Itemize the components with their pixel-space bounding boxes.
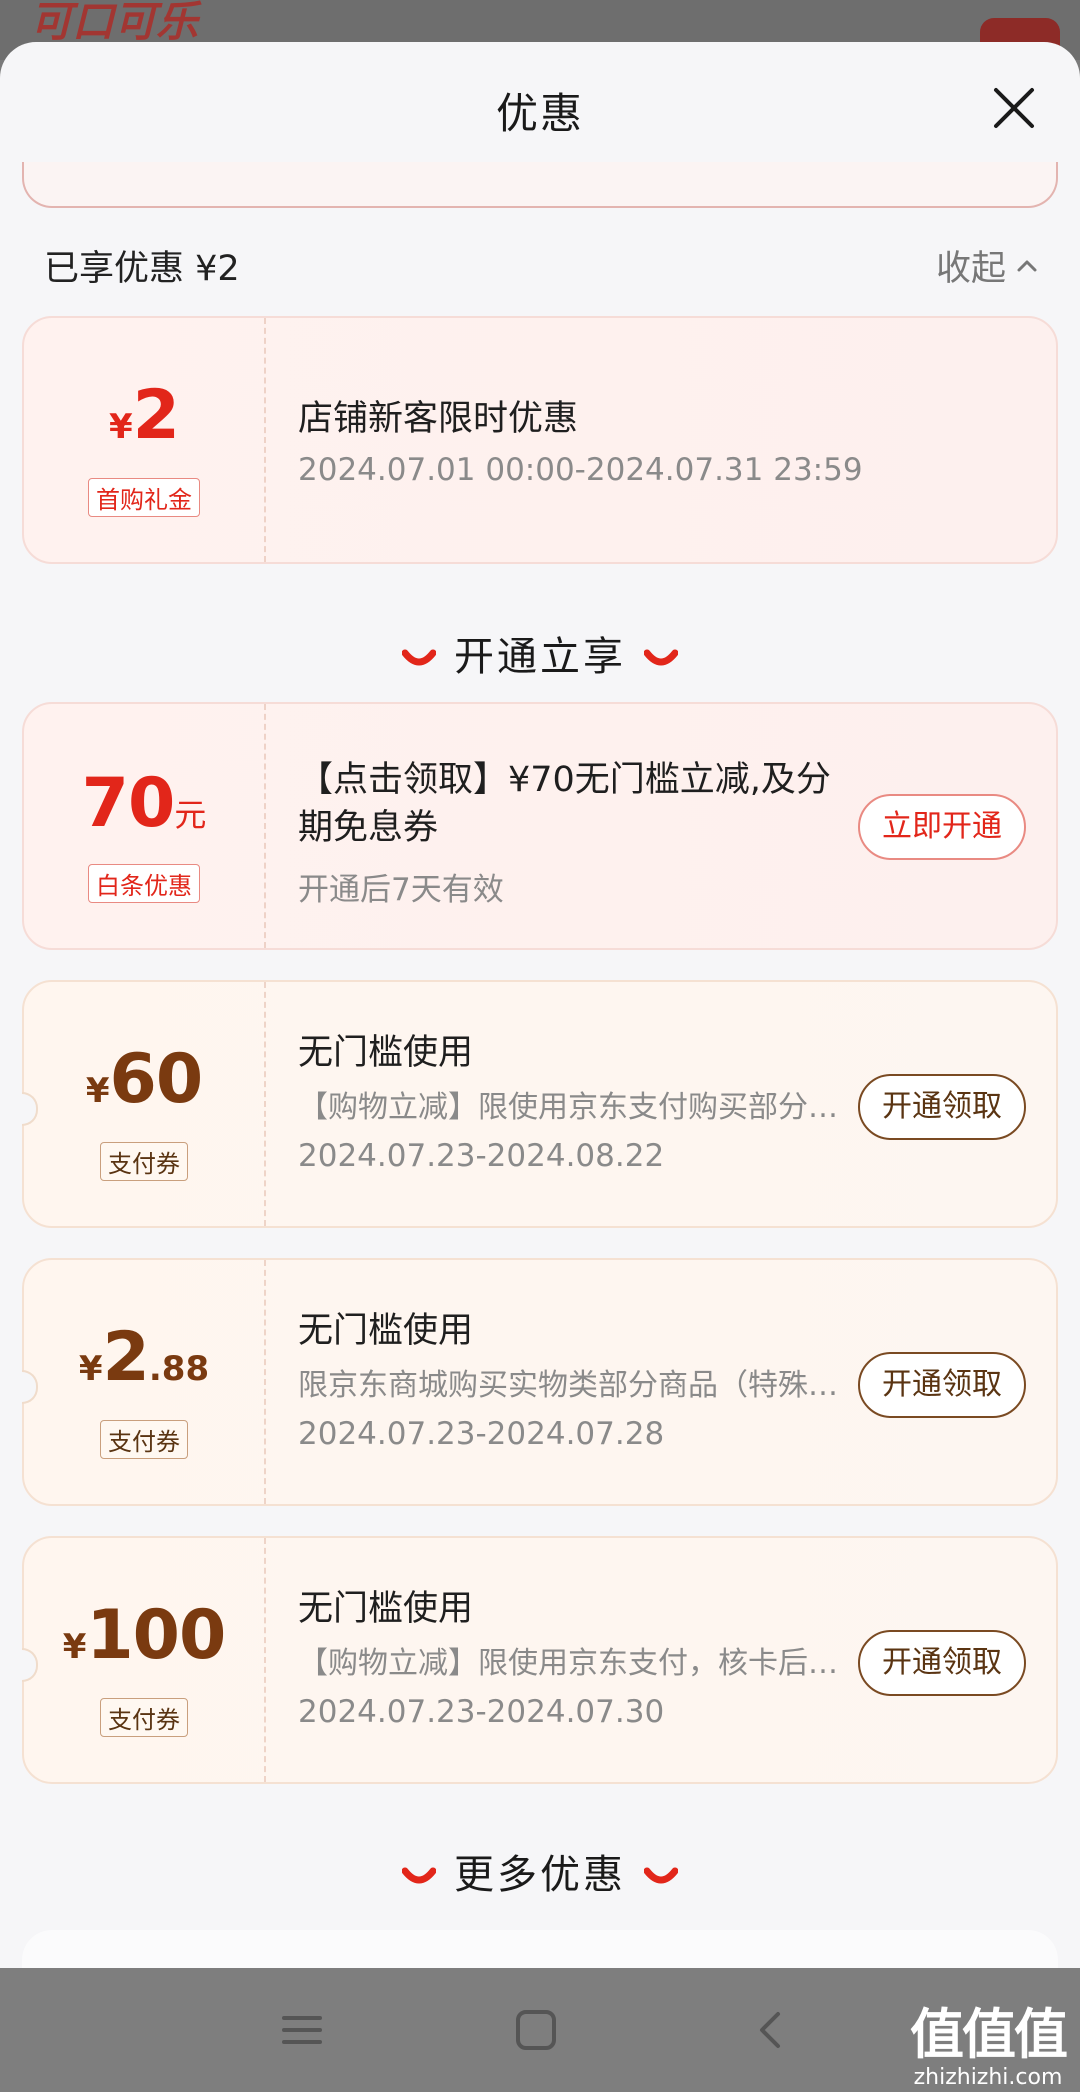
discount-sheet: 优惠 已享优惠 ¥2 收起 ¥2 首购礼金 店铺新客限时优惠 2024.07.0… <box>0 42 1080 1968</box>
sheet-title: 优惠 <box>495 89 584 138</box>
coupon-title: 【点击领取】¥70无门槛立减,及分期免息券 <box>298 760 831 848</box>
enjoyed-summary: 已享优惠 ¥2 收起 <box>44 240 1040 290</box>
coupon-title: 无门槛使用 <box>298 1311 474 1351</box>
home-icon[interactable] <box>514 2008 558 2052</box>
enjoyed-label: 已享优惠 ¥2 <box>44 249 240 289</box>
pay-coupon-card: ¥2.88 支付券 无门槛使用 限京东商城购买实物类部分商品（特殊商品除外） 2… <box>22 1258 1058 1506</box>
coupon-amount: ¥2.88 <box>78 1318 210 1397</box>
open-now-button[interactable]: 立即开通 <box>858 794 1026 860</box>
collapse-button[interactable]: 收起 <box>936 240 1040 291</box>
coupon-description: 【购物立减】限使用京东支付购买部分商品 <box>298 1090 848 1125</box>
pay-coupon-card: ¥60 支付券 无门槛使用 【购物立减】限使用京东支付购买部分商品 2024.0… <box>22 980 1058 1228</box>
coupon-date: 2024.07.01 00:00-2024.07.31 23:59 <box>298 452 863 488</box>
pay-coupon-card: ¥100 支付券 无门槛使用 【购物立减】限使用京东支付，核卡后可用 2024.… <box>22 1536 1058 1784</box>
next-card-edge <box>22 1930 1058 1968</box>
coupon-description: 【购物立减】限使用京东支付，核卡后可用 <box>298 1646 848 1681</box>
watermark-logo: 值值值 <box>910 2003 1068 2066</box>
section-header-more: 更多优惠 <box>0 1842 1080 1900</box>
coupon-tag: 白条优惠 <box>24 864 264 903</box>
watermark-url: zhizhizhi.com <box>913 2065 1063 2090</box>
claim-button[interactable]: 开通领取 <box>858 1074 1026 1140</box>
watermark: 值值值 zhizhizhi.com <box>910 1990 1068 2090</box>
baitiao-coupon-card: 70元 白条优惠 【点击领取】¥70无门槛立减,及分期免息券 开通后7天有效 立… <box>22 702 1058 950</box>
coupon-amount: ¥2 <box>109 376 180 455</box>
coupon-date: 2024.07.23-2024.07.30 <box>298 1694 665 1730</box>
smile-icon <box>402 1867 436 1884</box>
smile-icon <box>644 1867 678 1884</box>
smile-icon <box>402 649 436 666</box>
coupon-tag: 支付券 <box>24 1698 264 1737</box>
coupon-date: 2024.07.23-2024.07.28 <box>298 1416 665 1452</box>
claim-button[interactable]: 开通领取 <box>858 1352 1026 1418</box>
coupon-tag: 支付券 <box>24 1142 264 1181</box>
coupon-tag: 支付券 <box>24 1420 264 1459</box>
previous-card-edge <box>22 162 1058 208</box>
smile-icon <box>644 649 678 666</box>
coupon-validity: 开通后7天有效 <box>298 872 504 908</box>
coupon-title: 无门槛使用 <box>298 1589 474 1629</box>
coupon-tag: 首购礼金 <box>24 478 264 517</box>
chevron-up-icon <box>1017 260 1037 271</box>
coupon-amount: ¥60 <box>85 1040 203 1119</box>
coupon-title: 店铺新客限时优惠 <box>298 399 579 439</box>
menu-icon[interactable] <box>280 2008 324 2052</box>
back-icon[interactable] <box>750 2008 794 2052</box>
applied-coupon-card: ¥2 首购礼金 店铺新客限时优惠 2024.07.01 00:00-2024.0… <box>22 316 1058 564</box>
close-icon[interactable] <box>988 82 1040 134</box>
coupon-description: 限京东商城购买实物类部分商品（特殊商品除外） <box>298 1368 848 1403</box>
section-header-open: 开通立享 <box>0 624 1080 682</box>
coupon-amount: ¥100 <box>62 1596 227 1675</box>
collapse-label: 收起 <box>935 249 1006 289</box>
claim-button[interactable]: 开通领取 <box>858 1630 1026 1696</box>
coupon-amount: 70元 <box>81 764 207 843</box>
coupon-title: 无门槛使用 <box>298 1033 474 1073</box>
coupon-date: 2024.07.23-2024.08.22 <box>298 1138 665 1174</box>
